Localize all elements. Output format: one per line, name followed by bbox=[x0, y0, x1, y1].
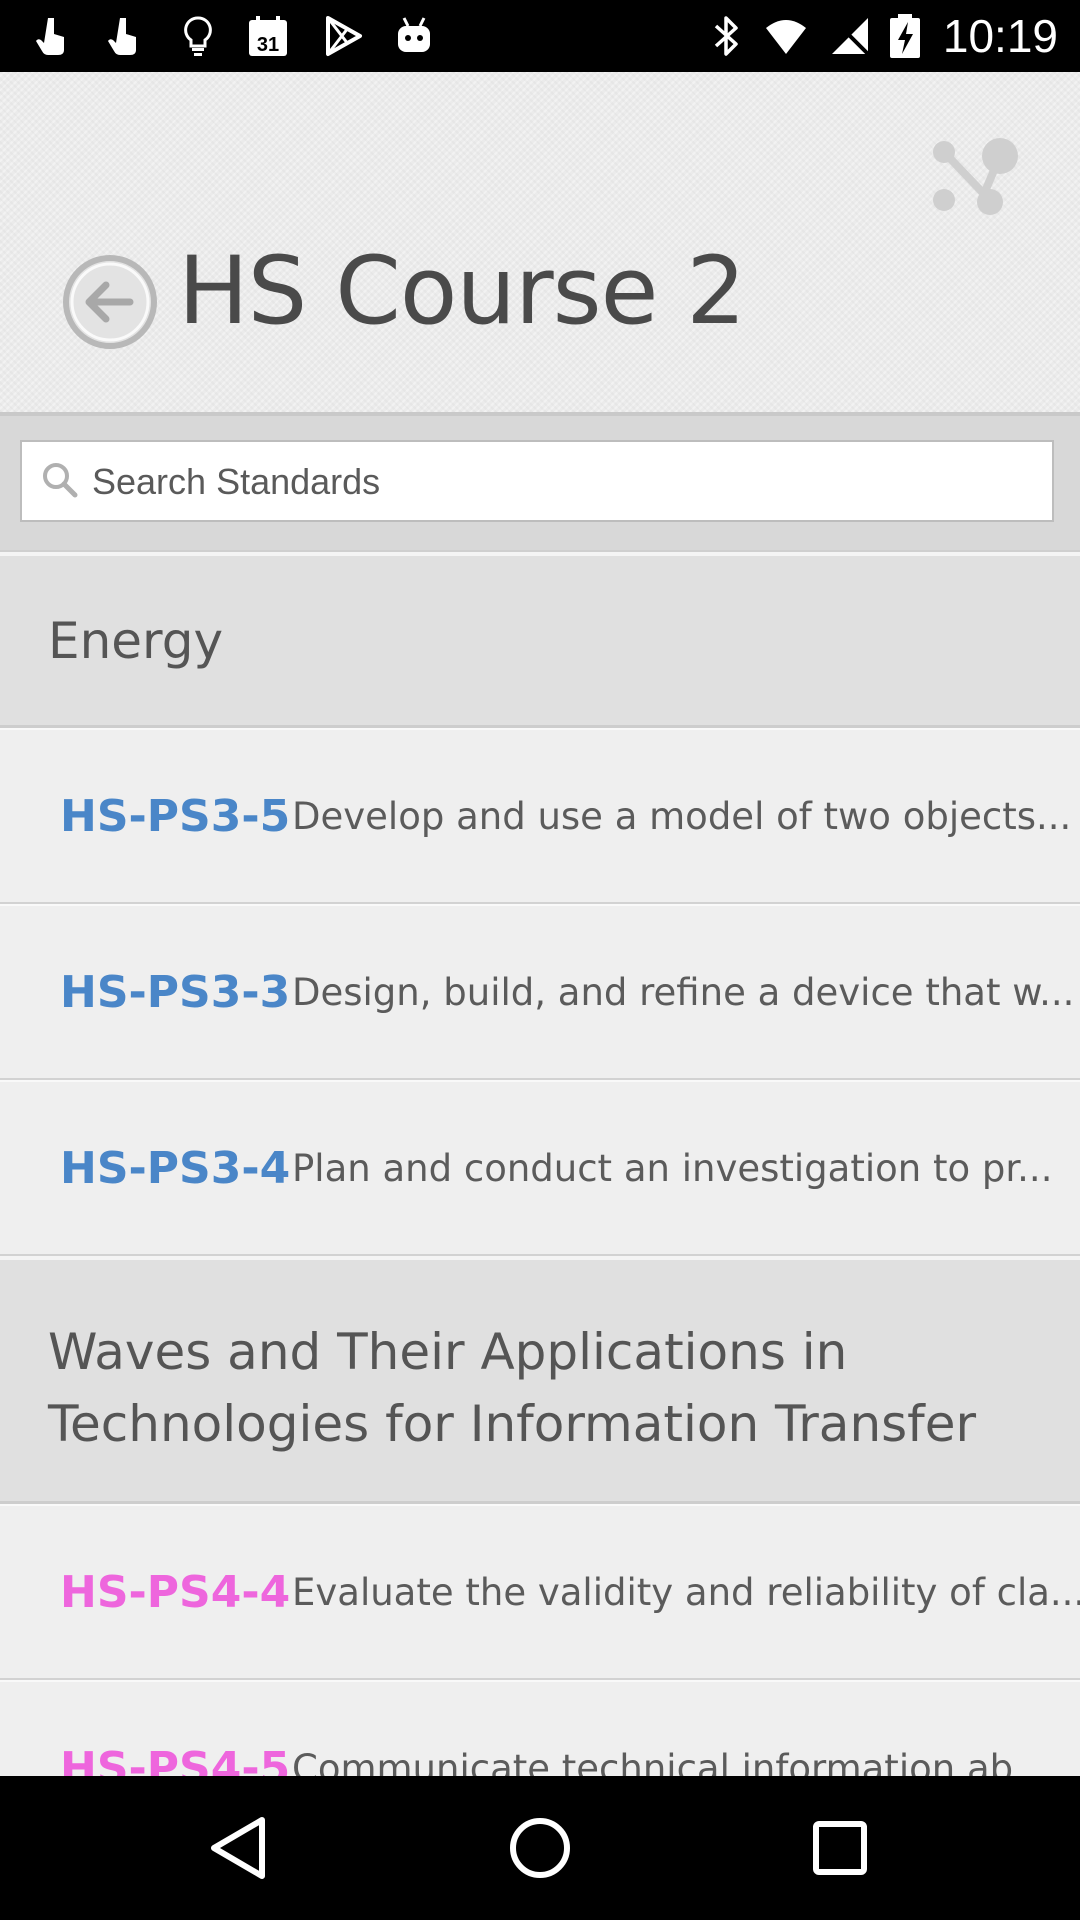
calendar-icon: 31 bbox=[249, 16, 287, 56]
wifi-icon bbox=[766, 20, 806, 54]
search-icon bbox=[43, 463, 78, 498]
page-title: HS Course 2 bbox=[178, 237, 746, 346]
standard-code: HS-PS3-4 bbox=[60, 1142, 291, 1194]
standard-description: Design, build, and refine a device that … bbox=[292, 970, 1075, 1014]
search-bar bbox=[0, 416, 1080, 552]
standards-list: Energy HS-PS3-5 Develop and use a model … bbox=[0, 552, 1080, 1776]
standard-code: HS-PS3-3 bbox=[60, 966, 291, 1018]
share-icon[interactable] bbox=[930, 134, 1020, 224]
section-title-line: Waves and Their Applications in bbox=[48, 1323, 848, 1381]
touch-icon bbox=[36, 18, 64, 55]
list-item[interactable]: HS-PS3-3 Design, build, and refine a dev… bbox=[0, 904, 1080, 1080]
standard-code: HS-PS4-4 bbox=[60, 1566, 291, 1618]
android-icon bbox=[398, 17, 430, 52]
list-item[interactable]: HS-PS3-5 Develop and use a model of two … bbox=[0, 728, 1080, 904]
standard-code: HS-PS4-5 bbox=[60, 1742, 291, 1777]
section-title: Energy bbox=[48, 611, 224, 670]
standard-code: HS-PS3-5 bbox=[60, 790, 291, 842]
battery-charging-icon bbox=[890, 14, 920, 58]
lightbulb-icon bbox=[184, 16, 212, 56]
nav-back-icon[interactable] bbox=[200, 1808, 280, 1888]
navigation-bar bbox=[0, 1776, 1080, 1920]
search-field-container[interactable] bbox=[20, 440, 1054, 522]
search-input[interactable] bbox=[90, 442, 1034, 522]
no-signal-icon bbox=[832, 18, 870, 56]
section-header-energy: Energy bbox=[0, 552, 1080, 728]
list-item[interactable]: HS-PS4-4 Evaluate the validity and relia… bbox=[0, 1504, 1080, 1680]
back-arrow-icon[interactable] bbox=[60, 252, 160, 352]
standard-description: Evaluate the validity and reliability of… bbox=[292, 1570, 1080, 1614]
app-header: HS Course 2 bbox=[0, 72, 1080, 416]
standard-description: Plan and conduct an investigation to pr.… bbox=[292, 1146, 1053, 1190]
calendar-day-text: 31 bbox=[257, 34, 279, 56]
bluetooth-icon bbox=[714, 16, 738, 56]
nav-recents-icon[interactable] bbox=[800, 1808, 880, 1888]
list-item[interactable]: HS-PS3-4 Plan and conduct an investigati… bbox=[0, 1080, 1080, 1256]
clock-time: 10:19 bbox=[942, 10, 1058, 62]
nav-home-icon[interactable] bbox=[500, 1808, 580, 1888]
status-bar: 31 10:19 bbox=[0, 0, 1080, 72]
list-item[interactable]: HS-PS4-5 Communicate technical informati… bbox=[0, 1680, 1080, 1776]
standard-description: Develop and use a model of two objects..… bbox=[292, 794, 1072, 838]
touch-icon bbox=[108, 18, 136, 55]
section-title-line: Technologies for Information Transfer bbox=[48, 1395, 977, 1453]
section-header-waves: Waves and Their Applications in Technolo… bbox=[0, 1256, 1080, 1504]
standard-description: Communicate technical information ab... bbox=[292, 1746, 1049, 1777]
play-store-icon bbox=[326, 16, 362, 56]
